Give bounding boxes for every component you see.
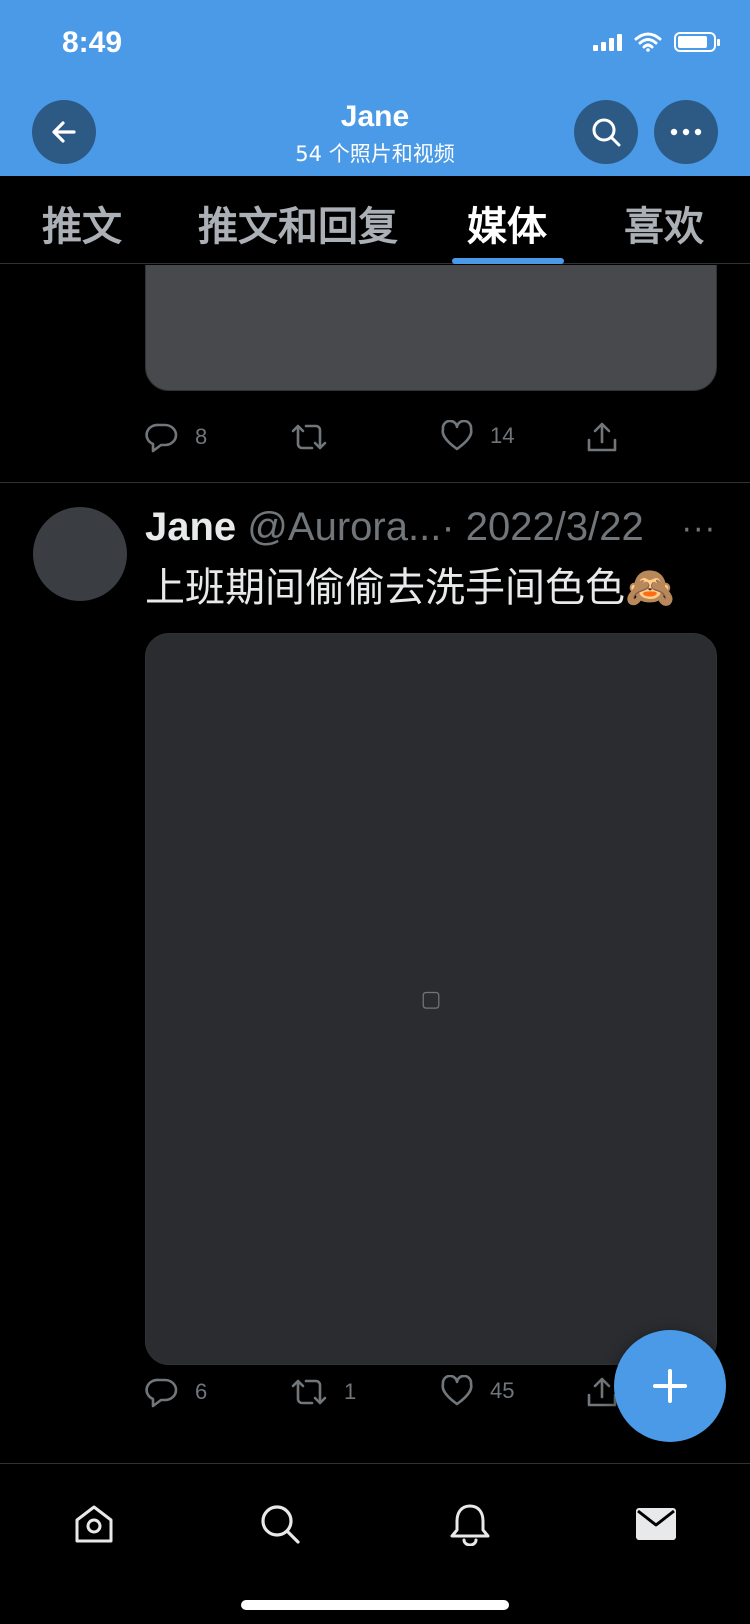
like-button[interactable]: 45: [440, 1375, 514, 1407]
reply-count: 8: [195, 424, 208, 449]
tweet-date: · 2022/3/22: [441, 505, 644, 549]
tab-tweets-and-replies[interactable]: 推文和回复: [198, 194, 398, 252]
tweet-text: 上班期间偷偷去洗手间色色🙈: [145, 565, 675, 611]
tweet-author-name[interactable]: Jane: [145, 505, 236, 549]
tweet-header: Jane @Aurora...· 2022/3/22: [145, 505, 725, 550]
like-count: 14: [490, 423, 515, 448]
share-icon: [587, 422, 617, 452]
battery-icon: [674, 32, 720, 52]
tab-media[interactable]: 媒体: [467, 194, 547, 252]
active-tab-indicator: [452, 258, 564, 264]
avatar[interactable]: [33, 507, 127, 601]
notifications-icon: [450, 1504, 490, 1546]
profile-header: Jane 54 个照片和视频: [0, 88, 750, 176]
reply-count: 6: [195, 1379, 208, 1404]
nav-notifications[interactable]: [440, 1494, 500, 1554]
like-button[interactable]: 14: [440, 420, 514, 452]
nav-messages[interactable]: [626, 1494, 686, 1554]
previous-tweet-actions: 8 14: [145, 420, 717, 460]
nav-home[interactable]: [64, 1494, 124, 1554]
more-button[interactable]: [654, 100, 718, 164]
reply-button[interactable]: 8: [145, 420, 207, 454]
search-icon: [592, 118, 621, 147]
retweet-icon: [291, 424, 327, 450]
signal-icon: [593, 33, 622, 51]
more-icon: [670, 128, 702, 136]
like-icon: [441, 1375, 473, 1406]
compose-icon: [653, 1369, 687, 1403]
media-feed[interactable]: 8 14 Jane @Aurora...· 2022/3/22 ··· 上班期间…: [0, 265, 750, 1463]
tweet-divider: [0, 482, 750, 483]
status-bar: 8:49: [0, 0, 750, 88]
retweet-count: 1: [344, 1379, 357, 1404]
nav-search[interactable]: [250, 1494, 310, 1554]
status-time: 8:49: [62, 26, 123, 59]
like-count: 45: [490, 1378, 515, 1403]
tab-tweets[interactable]: 推文: [42, 194, 122, 252]
wifi-icon: [634, 32, 662, 52]
battery-fill: [678, 36, 707, 48]
reply-icon: [145, 423, 178, 453]
compose-button[interactable]: [614, 1330, 726, 1442]
retweet-icon: [291, 1379, 327, 1405]
home-indicator: [241, 1600, 509, 1610]
tweet-media[interactable]: ▢: [145, 633, 717, 1365]
search-icon: [261, 1505, 300, 1544]
search-button[interactable]: [574, 100, 638, 164]
reply-button[interactable]: 6: [145, 1375, 207, 1409]
retweet-button[interactable]: [290, 420, 344, 454]
status-icons: [593, 32, 720, 52]
previous-tweet-media[interactable]: [145, 265, 717, 391]
like-icon: [441, 420, 473, 451]
profile-tabs: 推文 推文和回复 媒体 喜欢: [0, 176, 750, 264]
bottom-navigation: [0, 1463, 750, 1624]
header-subtitle: 54 个照片和视频: [295, 142, 455, 166]
reply-icon: [145, 1378, 178, 1408]
share-button[interactable]: [585, 420, 619, 454]
media-placeholder-icon: ▢: [420, 986, 442, 1012]
messages-icon: [636, 1508, 676, 1540]
tweet-more-button[interactable]: ···: [682, 513, 717, 548]
retweet-button[interactable]: 1: [290, 1375, 356, 1409]
tweet-handle[interactable]: @Aurora...: [247, 505, 441, 549]
home-icon: [75, 1505, 113, 1543]
tab-likes[interactable]: 喜欢: [624, 194, 704, 252]
